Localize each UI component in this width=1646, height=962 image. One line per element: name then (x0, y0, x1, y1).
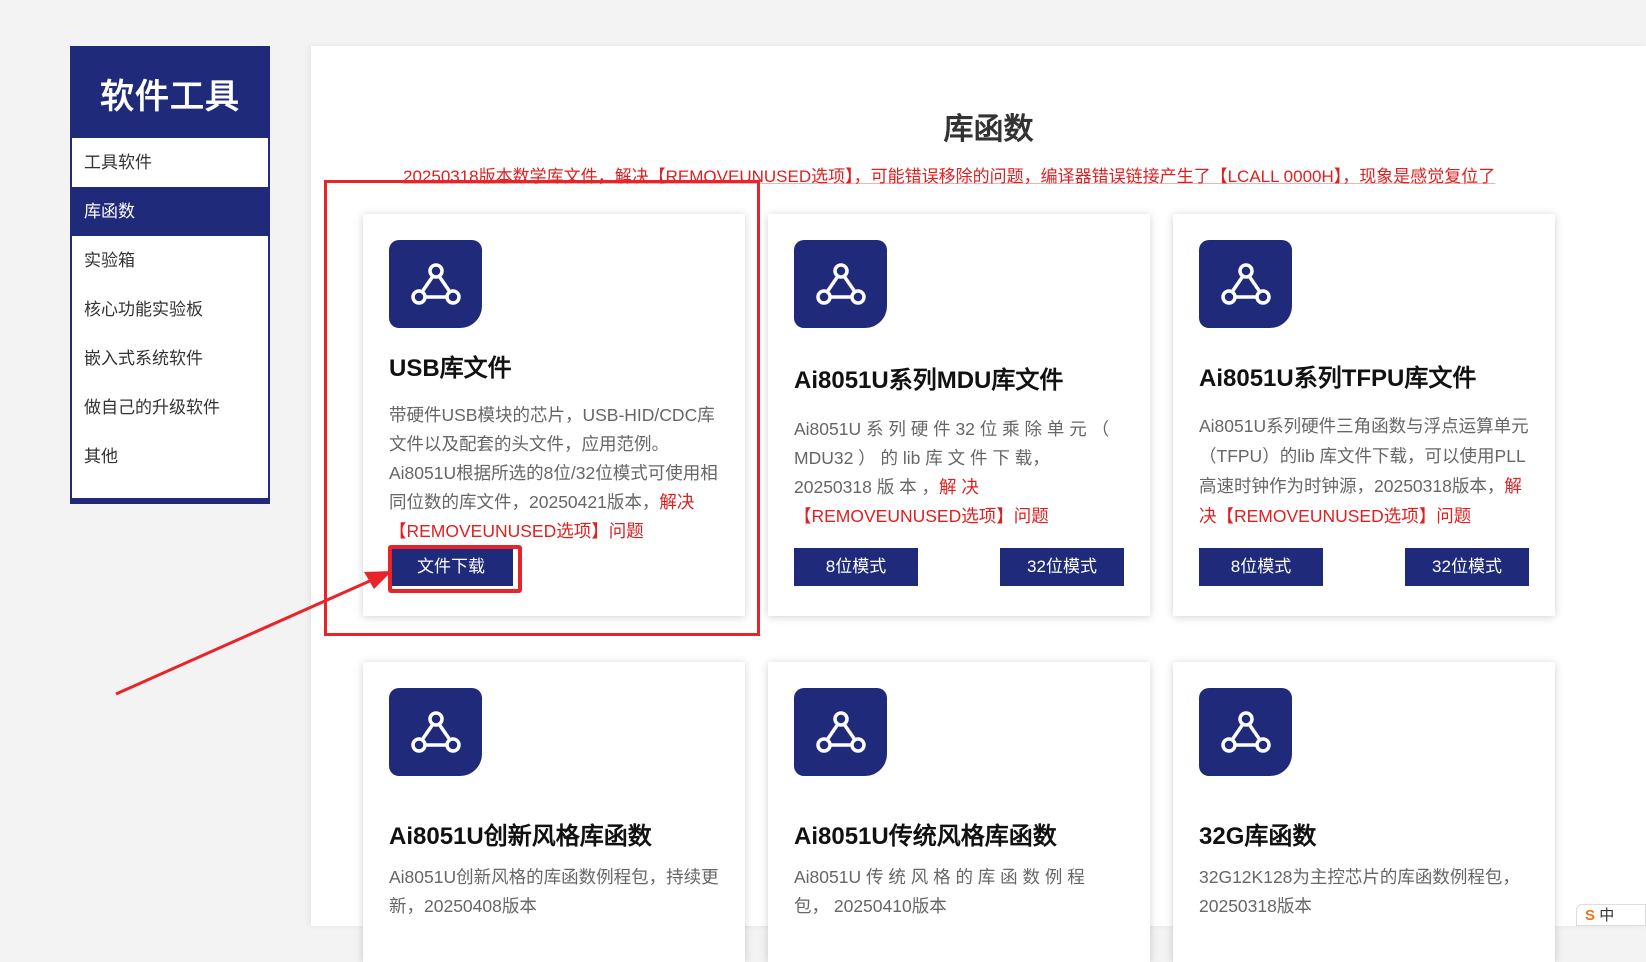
card-actions: 文件下载 (389, 548, 719, 586)
share-network-icon (1199, 688, 1292, 776)
sogou-icon: S (1585, 907, 1596, 924)
ime-indicator[interactable]: S 中 (1576, 904, 1646, 926)
share-network-icon (794, 688, 887, 776)
share-network-icon (389, 240, 482, 328)
sidebar-menu: 工具软件 库函数 实验箱 核心功能实验板 嵌入式系统软件 做自己的升级软件 其他 (72, 138, 268, 481)
sidebar: 软件工具 工具软件 库函数 实验箱 核心功能实验板 嵌入式系统软件 做自己的升级… (70, 46, 270, 504)
card-description: Ai8051U 系 列 硬 件 32 位 乘 除 单 元 （ MDU32 ） 的… (794, 415, 1124, 531)
8bit-mode-button[interactable]: 8位模式 (794, 548, 918, 586)
card-usb-library: USB库文件 带硬件USB模块的芯片，USB-HID/CDC库文件以及配套的头文… (363, 214, 745, 616)
ime-label: 中 (1599, 907, 1615, 924)
card-title: USB库文件 (389, 355, 512, 382)
card-title: Ai8051U传统风格库函数 (794, 823, 1057, 850)
card-title: Ai8051U系列TFPU库文件 (1199, 365, 1477, 392)
card-title: Ai8051U创新风格库函数 (389, 823, 652, 850)
sidebar-item-core-board[interactable]: 核心功能实验板 (72, 285, 268, 334)
32bit-mode-button[interactable]: 32位模式 (1405, 548, 1529, 586)
card-description: Ai8051U创新风格的库函数例程包，持续更新，20250408版本 (389, 867, 719, 916)
share-network-icon (389, 688, 482, 776)
card-actions: 8位模式 32位模式 (1199, 548, 1529, 586)
card-32g-library: 32G库函数 32G12K128为主控芯片的库函数例程包，20250318版本 (1173, 662, 1555, 962)
8bit-mode-button[interactable]: 8位模式 (1199, 548, 1323, 586)
card-description-text: Ai8051U系列硬件三角函数与浮点运算单元（TFPU）的lib 库文件下载，可… (1199, 416, 1529, 496)
page-title: 库函数 (943, 113, 1034, 146)
notice-link[interactable]: 20250318版本数学库文件，解决【REMOVEUNUSED选项】，可能错误移… (403, 162, 1495, 187)
main-panel: 库函数 20250318版本数学库文件，解决【REMOVEUNUSED选项】，可… (311, 46, 1646, 962)
share-network-icon (1199, 240, 1292, 328)
sidebar-item-tool-software[interactable]: 工具软件 (72, 138, 268, 187)
card-tfpu-library: Ai8051U系列TFPU库文件 Ai8051U系列硬件三角函数与浮点运算单元（… (1173, 214, 1555, 616)
card-description: Ai8051U 传 统 风 格 的 库 函 数 例 程 包， 20250410版… (794, 867, 1085, 916)
card-innovative-library: Ai8051U创新风格库函数 Ai8051U创新风格的库函数例程包，持续更新，2… (363, 662, 745, 962)
sidebar-item-library-functions[interactable]: 库函数 (72, 187, 268, 236)
card-description: 32G12K128为主控芯片的库函数例程包，20250318版本 (1199, 867, 1520, 916)
sidebar-item-experiment-box[interactable]: 实验箱 (72, 236, 268, 285)
card-actions: 8位模式 32位模式 (794, 548, 1124, 586)
sidebar-title: 软件工具 (72, 48, 268, 138)
sidebar-item-upgrade-software[interactable]: 做自己的升级软件 (72, 383, 268, 432)
card-traditional-library: Ai8051U传统风格库函数 Ai8051U 传 统 风 格 的 库 函 数 例… (768, 662, 1150, 962)
download-button[interactable]: 文件下载 (389, 548, 513, 586)
card-mdu-library: Ai8051U系列MDU库文件 Ai8051U 系 列 硬 件 32 位 乘 除… (768, 214, 1150, 616)
card-title: Ai8051U系列MDU库文件 (794, 367, 1064, 394)
32bit-mode-button[interactable]: 32位模式 (1000, 548, 1124, 586)
card-description: Ai8051U系列硬件三角函数与浮点运算单元（TFPU）的lib 库文件下载，可… (1199, 411, 1529, 531)
card-title: 32G库函数 (1199, 823, 1317, 850)
card-description: 带硬件USB模块的芯片，USB-HID/CDC库文件以及配套的头文件，应用范例。… (389, 401, 719, 546)
share-network-icon (794, 240, 887, 328)
sidebar-item-embedded-software[interactable]: 嵌入式系统软件 (72, 334, 268, 383)
sidebar-item-other[interactable]: 其他 (72, 432, 268, 481)
